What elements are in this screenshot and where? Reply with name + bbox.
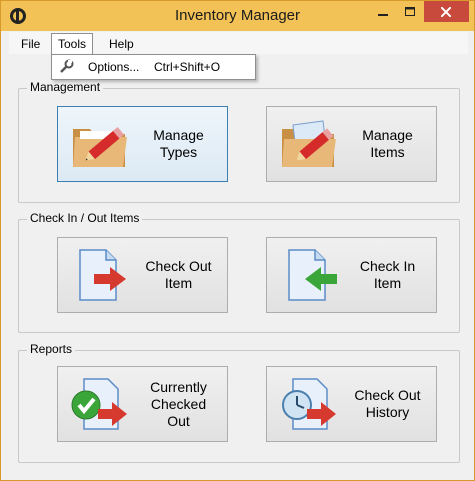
check-in-out-group: Check In / Out Items Check Out Item Chec… (18, 211, 460, 333)
management-group: Management Manage Types Manage Items (18, 80, 460, 203)
menu-bar: File Tools Help (9, 32, 468, 54)
check-in-item-label: Check In Item (359, 258, 416, 291)
title-bar[interactable]: Inventory Manager (1, 1, 474, 31)
group-title-check-in-out: Check In / Out Items (27, 211, 143, 225)
document-arrow-out-icon (79, 249, 126, 301)
clock-document-icon (282, 378, 336, 430)
manage-items-label: Manage Items (362, 127, 413, 160)
currently-checked-out-label: Currently Checked Out (150, 378, 207, 429)
manage-types-button[interactable]: Manage Types (57, 106, 228, 182)
options-menu-item[interactable]: Options... (88, 60, 139, 74)
check-in-item-button[interactable]: Check In Item (266, 237, 437, 313)
group-title-reports: Reports (27, 342, 76, 356)
maximize-button[interactable] (397, 1, 424, 22)
folder-pencil-icon (73, 127, 127, 167)
group-title-management: Management (27, 80, 104, 94)
check-out-item-label: Check Out Item (145, 258, 212, 291)
wrench-icon (60, 59, 74, 73)
maximize-icon (405, 7, 415, 16)
minimize-button[interactable] (370, 1, 397, 22)
reports-group: Reports Currently Checked Out Check Out (18, 342, 460, 463)
tools-dropdown-menu: Options... Ctrl+Shift+O (51, 54, 256, 80)
folder-document-pencil-icon (282, 120, 336, 167)
options-shortcut: Ctrl+Shift+O (154, 60, 221, 74)
checkmark-document-icon (71, 378, 127, 430)
app-window: Inventory Manager File Tools Help Manage… (0, 0, 475, 481)
manage-items-button[interactable]: Manage Items (266, 106, 437, 182)
check-out-history-label: Check Out History (354, 387, 421, 420)
menu-tools[interactable]: Tools (51, 33, 94, 54)
menu-help[interactable]: Help (103, 35, 140, 53)
manage-types-label: Manage Types (153, 127, 204, 160)
document-arrow-in-icon (288, 249, 337, 301)
minimize-icon (378, 14, 388, 16)
check-out-item-button[interactable]: Check Out Item (57, 237, 228, 313)
currently-checked-out-button[interactable]: Currently Checked Out (57, 366, 228, 442)
check-out-history-button[interactable]: Check Out History (266, 366, 437, 442)
menu-file[interactable]: File (15, 35, 46, 53)
close-icon (441, 7, 451, 17)
main-panel: Management Manage Types Manage Items Che… (9, 54, 468, 473)
close-button[interactable] (424, 1, 469, 22)
